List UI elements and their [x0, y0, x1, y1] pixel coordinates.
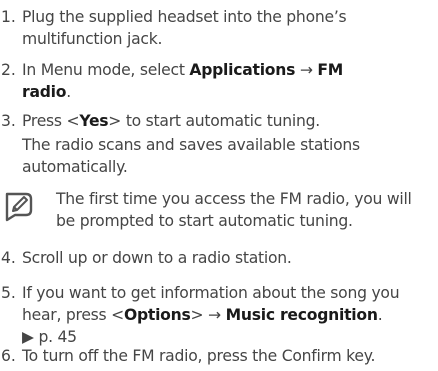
softkey-options: Options	[123, 306, 191, 324]
note-text: The first time you access the FM radio, …	[56, 190, 412, 208]
step-number: 1.	[1, 8, 16, 26]
menu-item-music-recognition: Music recognition	[225, 306, 378, 324]
step-number: 3.	[1, 112, 16, 130]
step-number: 5.	[1, 284, 16, 302]
step-text: To turn off the FM radio, press the Conf…	[22, 347, 376, 365]
step-text: In Menu mode, select Applications → FM	[22, 61, 344, 79]
step-text: automatically.	[22, 158, 128, 176]
step-text: Press <Yes> to start automatic tuning.	[22, 112, 320, 130]
softkey-yes: Yes	[79, 112, 109, 130]
note-pencil-icon	[5, 192, 33, 222]
menu-item-fm-radio: FM	[317, 61, 344, 79]
menu-item-applications: Applications	[189, 61, 296, 79]
step-text: Plug the supplied headset into the phone…	[22, 8, 347, 26]
step-number: 2.	[1, 61, 16, 79]
step-text: radio.	[22, 83, 71, 101]
step-number: 4.	[1, 249, 16, 267]
step-text: If you want to get information about the…	[22, 284, 400, 302]
step-text: The radio scans and saves available stat…	[22, 136, 360, 154]
note-text: be prompted to start automatic tuning.	[56, 212, 353, 230]
step-text: multifunction jack.	[22, 30, 163, 48]
step-number: 6.	[1, 347, 16, 365]
step-text: Scroll up or down to a radio station.	[22, 249, 292, 267]
step-text: hear, press <Options> → Music recognitio…	[22, 306, 383, 324]
